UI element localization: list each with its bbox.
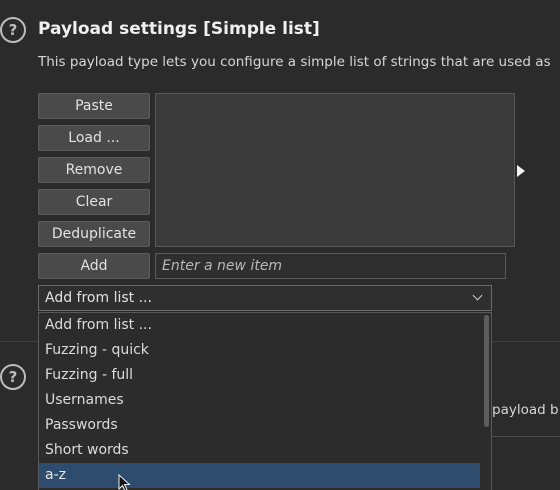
load-button[interactable]: Load ... — [38, 125, 150, 151]
dropdown-option[interactable]: Fuzzing - quick — [39, 338, 480, 363]
clear-button[interactable]: Clear — [38, 189, 150, 215]
dropdown-scrollbar[interactable] — [484, 315, 489, 427]
payload-list[interactable] — [155, 93, 515, 247]
next-section-text: payload b — [492, 402, 559, 418]
help-icon-next-section[interactable]: ? — [0, 364, 26, 390]
expand-arrow-icon[interactable] — [517, 165, 525, 177]
dropdown-option-highlighted[interactable]: a-z — [39, 463, 480, 488]
dropdown-option[interactable]: Short words — [39, 438, 480, 463]
section-title: Payload settings [Simple list] — [38, 19, 320, 39]
add-from-list-select[interactable]: Add from list ... — [38, 285, 492, 311]
section-description: This payload type lets you configure a s… — [38, 54, 551, 70]
new-item-input[interactable] — [155, 253, 506, 279]
select-value: Add from list ... — [45, 290, 152, 306]
add-from-list-dropdown: Add from list ... Fuzzing - quick Fuzzin… — [38, 312, 492, 490]
paste-button[interactable]: Paste — [38, 93, 150, 119]
deduplicate-button[interactable]: Deduplicate — [38, 221, 150, 247]
next-section-divider — [492, 436, 560, 437]
remove-button[interactable]: Remove — [38, 157, 150, 183]
add-button[interactable]: Add — [38, 253, 150, 279]
dropdown-option[interactable]: Passwords — [39, 413, 480, 438]
dropdown-option[interactable]: Usernames — [39, 388, 480, 413]
dropdown-option[interactable]: Fuzzing - full — [39, 363, 480, 388]
help-icon[interactable]: ? — [0, 17, 26, 43]
mouse-cursor-icon — [118, 474, 131, 490]
chevron-down-icon[interactable] — [472, 290, 483, 301]
payload-settings-panel: ? Payload settings [Simple list] This pa… — [0, 0, 560, 490]
dropdown-option[interactable]: Add from list ... — [39, 313, 480, 338]
